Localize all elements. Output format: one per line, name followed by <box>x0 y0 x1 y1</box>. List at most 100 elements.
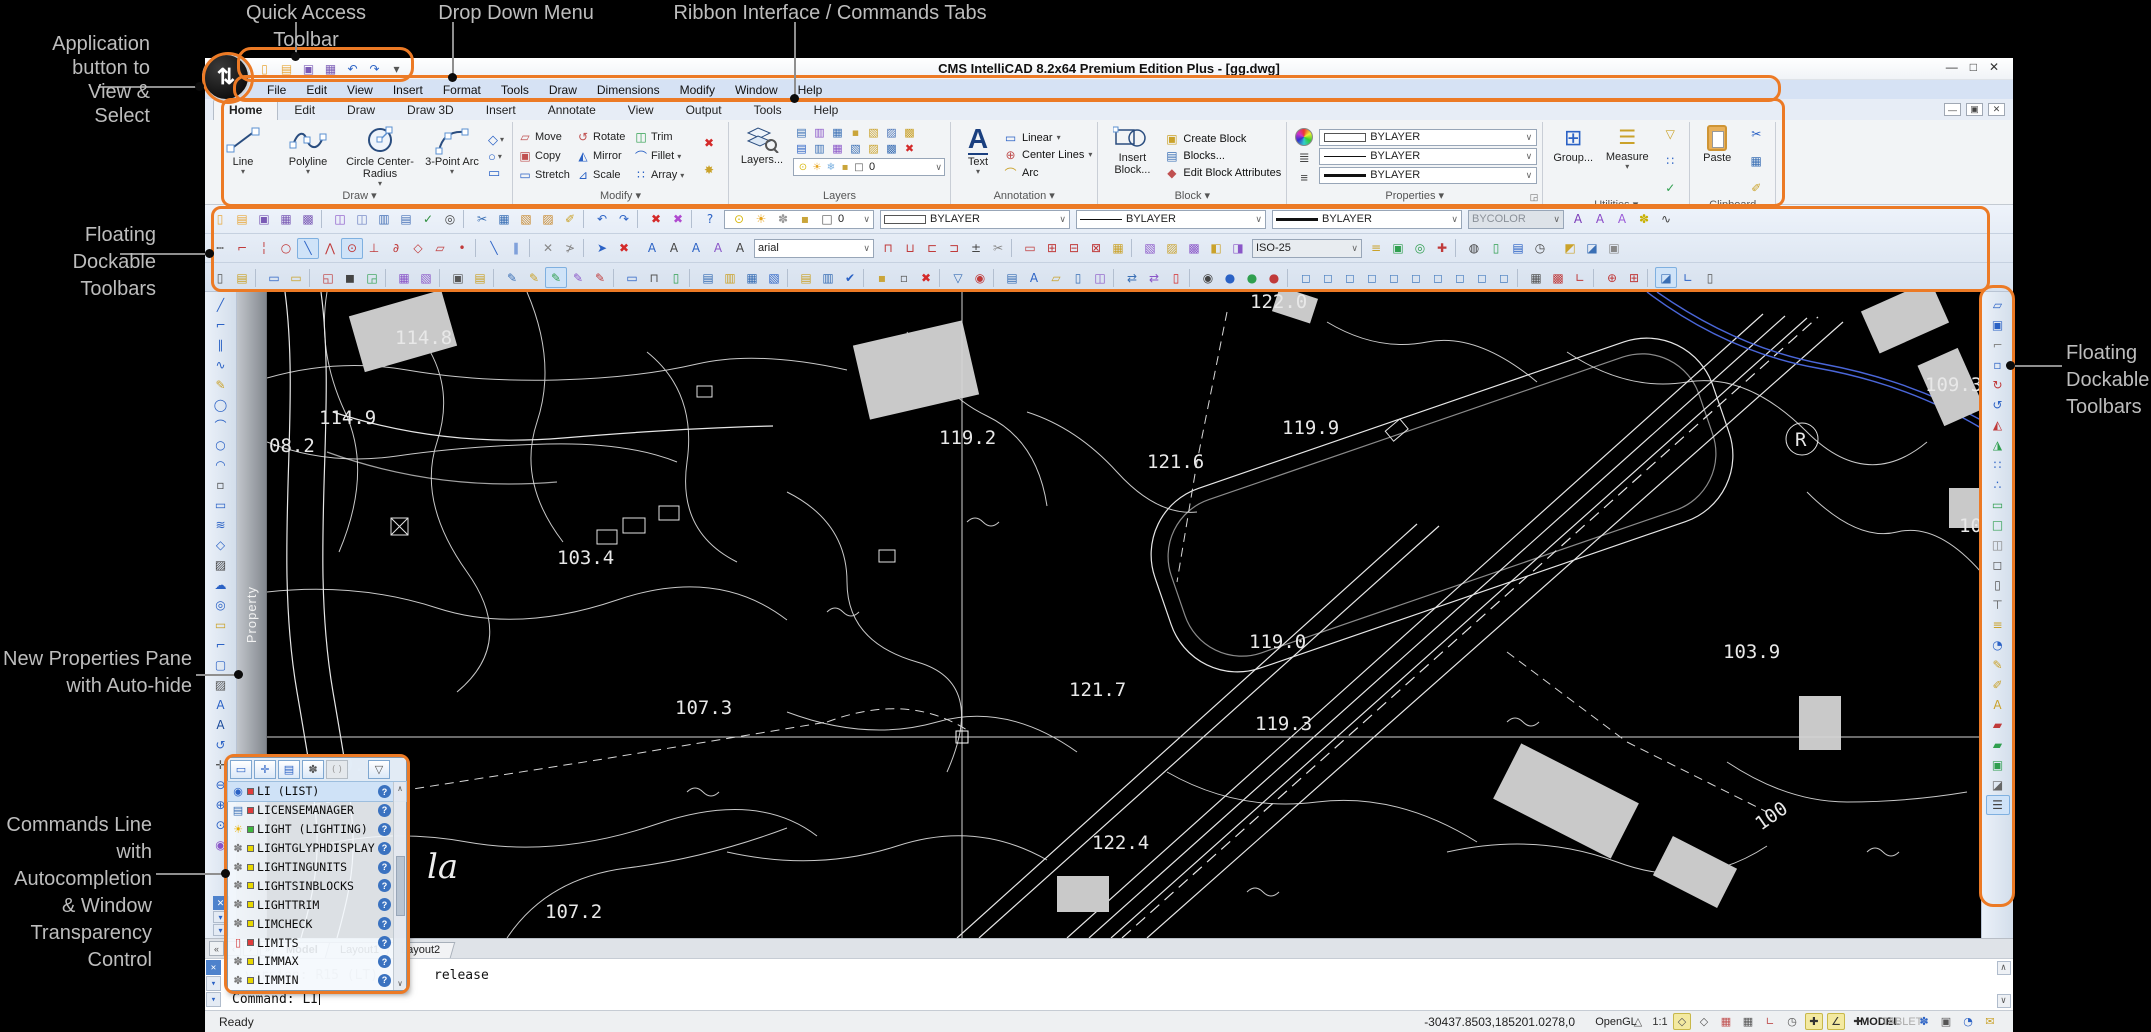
viewport-poly-icon[interactable]: ▭ <box>285 267 307 288</box>
mass-properties-icon[interactable]: ◎ <box>1409 238 1431 259</box>
help-icon[interactable]: ? <box>378 898 391 911</box>
elliptical-arc-icon[interactable]: ◠ <box>209 455 233 475</box>
group-label-modify[interactable]: Modify ▾ <box>518 189 723 204</box>
menu-item[interactable]: File <box>257 83 296 97</box>
grid-icon[interactable]: ▦ <box>1739 1013 1757 1030</box>
copy-icon[interactable]: ▦ <box>493 209 515 230</box>
standards-check-icon[interactable]: ✓ <box>1659 177 1681 198</box>
new-icon[interactable]: ▯ <box>209 209 231 230</box>
pdf-icon[interactable]: ▯ <box>1165 267 1187 288</box>
layer-freeze-icon[interactable]: ▤ <box>795 267 817 288</box>
explode-attributes-icon[interactable]: ◪ <box>1986 775 2010 795</box>
layer-lock-icon[interactable]: ▪ <box>847 125 864 140</box>
image-clip-icon[interactable]: ◪ <box>1581 238 1603 259</box>
explode-icon[interactable]: ✸ <box>698 159 720 180</box>
glyph-icon[interactable]: ✽ <box>772 209 794 230</box>
layer-combo-toolbar[interactable]: ⊙☀✽▪□ 0 <box>724 210 874 229</box>
sun-icon[interactable]: ☀ <box>810 160 824 174</box>
lineweight-combo-toolbar[interactable]: BYLAYER <box>1272 210 1462 229</box>
property-tab-label[interactable]: Property <box>244 586 259 643</box>
scroll-down-icon[interactable]: ∨ <box>1997 994 2011 1008</box>
text-icon[interactable]: A <box>209 695 233 715</box>
print-preview-icon[interactable]: ▥ <box>373 209 395 230</box>
snap-quadrant-icon[interactable]: ⊙ <box>341 238 363 259</box>
modify-tool[interactable]: ⊿Scale <box>576 166 634 185</box>
modify-tool[interactable]: ◭Mirror <box>576 147 634 166</box>
layer-freeze-icon[interactable]: ▨ <box>883 125 900 140</box>
modify-tool[interactable]: ⌒Fillet▾ <box>634 147 692 166</box>
menu-item[interactable]: Window <box>725 83 788 97</box>
color-combo[interactable]: BYLAYER <box>1319 129 1537 146</box>
paste-icon[interactable]: ▧ <box>515 209 537 230</box>
xclip-icon[interactable]: ◩ <box>1559 238 1581 259</box>
command-suggestion[interactable]: ▤ LICENSEMANAGER ? <box>228 801 406 820</box>
layer-translate-icon[interactable]: ▤ <box>1001 267 1023 288</box>
point-icon[interactable]: ▫ <box>209 475 233 495</box>
layer-walk-icon[interactable]: ▧ <box>763 267 785 288</box>
edit-text-icon[interactable]: A <box>1986 695 2010 715</box>
ribbon-tab[interactable]: Home <box>213 99 278 120</box>
copy-clip-icon[interactable]: ▦ <box>1745 150 1767 171</box>
render-2-icon[interactable]: ● <box>1241 267 1263 288</box>
dim-radius-icon[interactable]: ⊐ <box>943 238 965 259</box>
ortho-icon[interactable]: ∟ <box>1761 1013 1779 1030</box>
sketch-icon[interactable]: ✎ <box>209 375 233 395</box>
block-tool[interactable]: ▤Blocks... <box>1164 149 1281 163</box>
close-button[interactable]: ✕ <box>1989 60 1999 74</box>
ribbon-tab[interactable]: Output <box>670 99 738 120</box>
dim-style-icon[interactable]: ◨ <box>1227 238 1249 259</box>
help-icon[interactable]: ? <box>378 936 391 949</box>
erase-add-icon[interactable]: ▰ <box>1986 735 2010 755</box>
explode-icon[interactable]: ▣ <box>1986 755 2010 775</box>
layer-new-icon[interactable]: ▤ <box>793 125 810 140</box>
open-icon[interactable]: ▤ <box>277 59 296 78</box>
array-polar-icon[interactable]: ∴ <box>1986 475 2010 495</box>
scroll-up-icon[interactable]: ∧ <box>1997 961 2011 975</box>
block-tool[interactable]: ◆Edit Block Attributes <box>1164 166 1281 180</box>
dim-reassoc-icon[interactable]: ◧ <box>1205 238 1227 259</box>
view-front-icon[interactable]: ◻ <box>1383 267 1405 288</box>
modify-tool[interactable]: ↺Rotate <box>576 128 634 147</box>
minimize-button[interactable]: — <box>1946 60 1958 74</box>
polygon-icon[interactable]: ◇ <box>209 535 233 555</box>
cut-icon[interactable]: ✂ <box>1745 123 1767 144</box>
layer-states-icon[interactable]: ▥ <box>719 267 741 288</box>
text-edit-icon[interactable]: A <box>685 238 707 259</box>
filter-icon[interactable]: ▽ <box>947 267 969 288</box>
chevron-down-icon[interactable]: ▾ <box>206 992 221 1007</box>
dim-ordinate-icon[interactable]: ⊏ <box>921 238 943 259</box>
eye-icon[interactable]: ◉ <box>1197 267 1219 288</box>
sheet-new-icon[interactable]: ▯ <box>209 267 231 288</box>
cut-icon[interactable]: ✂ <box>471 209 493 230</box>
popup-scrollbar[interactable]: ∧ ∨ <box>393 782 406 990</box>
convert-icon[interactable]: ▱ <box>1045 267 1067 288</box>
dimstyle-combo[interactable]: ISO-25 <box>1252 239 1362 258</box>
kite-2-icon[interactable]: ◇ <box>1695 1013 1713 1030</box>
view-left-icon[interactable]: ◻ <box>1339 267 1361 288</box>
array-rect-icon[interactable]: ∷ <box>1986 455 2010 475</box>
compass-icon[interactable]: △ <box>1629 1013 1647 1030</box>
save-icon[interactable]: ▣ <box>299 59 318 78</box>
grid-snap-icon[interactable]: ▩ <box>1547 267 1569 288</box>
layout-nav-button[interactable]: « <box>209 941 224 956</box>
scale-icon[interactable]: 1:1 <box>1651 1013 1669 1030</box>
application-button[interactable]: ⇅ <box>202 53 250 101</box>
menu-item[interactable]: Insert <box>383 83 433 97</box>
sheet-set-icon[interactable]: ▤ <box>231 267 253 288</box>
delete-layer-icon[interactable]: ✖ <box>915 267 937 288</box>
edit-polyline-icon[interactable]: ✎ <box>1986 655 2010 675</box>
lengthen-icon[interactable]: ◫ <box>1986 535 2010 555</box>
layer-states-icon[interactable]: ▥ <box>811 125 828 140</box>
view-se-icon[interactable]: ◻ <box>1449 267 1471 288</box>
region-icon[interactable]: ▨ <box>209 555 233 575</box>
render-3-icon[interactable]: ● <box>1263 267 1285 288</box>
parallel-icon[interactable]: ∥ <box>209 335 233 355</box>
redo-icon[interactable]: ↷ <box>365 59 384 78</box>
command-suggestion[interactable]: ✽ LIGHTINGUNITS ? <box>228 858 406 877</box>
menu-item[interactable]: Draw <box>539 83 587 97</box>
mirror-3d-icon[interactable]: ◮ <box>1986 435 2010 455</box>
command-suggestion[interactable]: ◉ LI (LIST) ? <box>228 782 406 801</box>
redo-icon[interactable]: ↷ <box>613 209 635 230</box>
view-bottom-icon[interactable]: ◻ <box>1317 267 1339 288</box>
group-label-draw[interactable]: Draw ▾ <box>212 189 507 204</box>
